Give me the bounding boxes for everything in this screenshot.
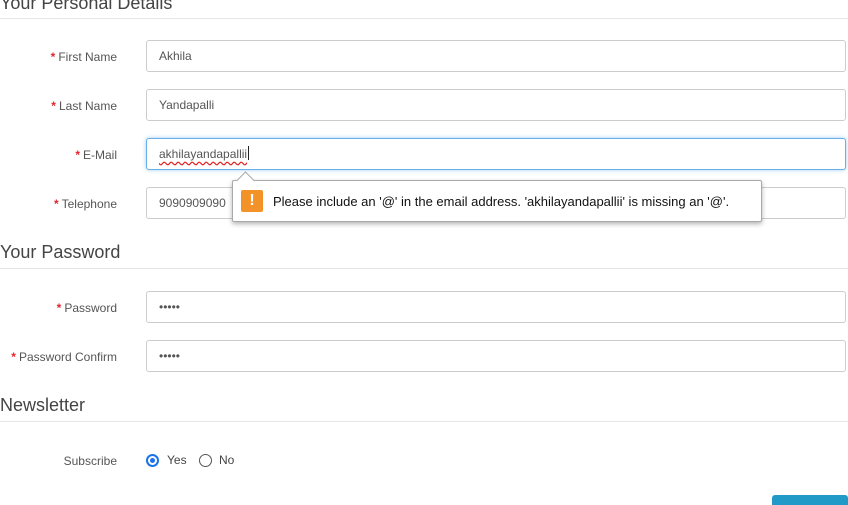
last-name-input[interactable]: Yandapalli <box>146 89 846 121</box>
last-name-value: Yandapalli <box>159 98 215 112</box>
subscribe-label: Subscribe <box>63 454 117 468</box>
password-confirm-value: ••••• <box>159 349 181 363</box>
section-heading-personal-details: Your Personal Details <box>0 0 173 13</box>
required-marker: * <box>56 301 62 315</box>
telephone-value: 9090909090 <box>159 196 226 210</box>
validation-message: Please include an '@' in the email addre… <box>273 193 730 209</box>
section-divider <box>0 268 848 269</box>
required-marker: * <box>53 197 59 211</box>
first-name-label: * First Name <box>51 50 117 64</box>
password-confirm-input[interactable]: ••••• <box>146 340 846 372</box>
password-label-text: Password <box>64 301 117 315</box>
password-input[interactable]: ••••• <box>146 291 846 323</box>
subscribe-no-label[interactable]: No <box>219 453 234 467</box>
section-divider <box>0 421 848 422</box>
required-marker: * <box>75 148 80 162</box>
first-name-value: Akhila <box>159 49 192 63</box>
email-label: * E-Mail <box>75 148 117 162</box>
last-name-label-text: Last Name <box>58 99 117 113</box>
password-value: ••••• <box>159 300 181 314</box>
email-validation-tooltip: ! Please include an '@' in the email add… <box>232 171 762 222</box>
telephone-label-text: Telephone <box>61 197 117 211</box>
warning-icon: ! <box>241 190 263 212</box>
text-caret <box>248 146 250 160</box>
password-confirm-label-text: Password Confirm <box>18 350 117 364</box>
telephone-label: * Telephone <box>54 197 117 211</box>
tooltip-arrow <box>236 171 255 190</box>
section-heading-newsletter: Newsletter <box>0 395 86 415</box>
required-marker: * <box>51 99 56 113</box>
email-value: akhilayandapallii <box>159 147 248 161</box>
subscribe-no-radio[interactable] <box>199 454 212 467</box>
first-name-label-text: First Name <box>58 50 117 64</box>
section-heading-password: Your Password <box>0 242 121 262</box>
required-marker: * <box>11 350 16 364</box>
subscribe-yes-radio[interactable] <box>146 454 159 467</box>
email-input[interactable]: akhilayandapallii <box>146 138 846 170</box>
first-name-input[interactable]: Akhila <box>146 40 846 72</box>
password-label: * Password <box>57 301 117 315</box>
subscribe-yes-label[interactable]: Yes <box>167 453 187 467</box>
section-divider <box>0 18 848 19</box>
required-marker: * <box>50 50 56 64</box>
email-label-text: E-Mail <box>82 148 117 162</box>
password-confirm-label: * Password Confirm <box>11 350 117 364</box>
last-name-label: * Last Name <box>51 99 117 113</box>
continue-button[interactable] <box>772 495 848 505</box>
